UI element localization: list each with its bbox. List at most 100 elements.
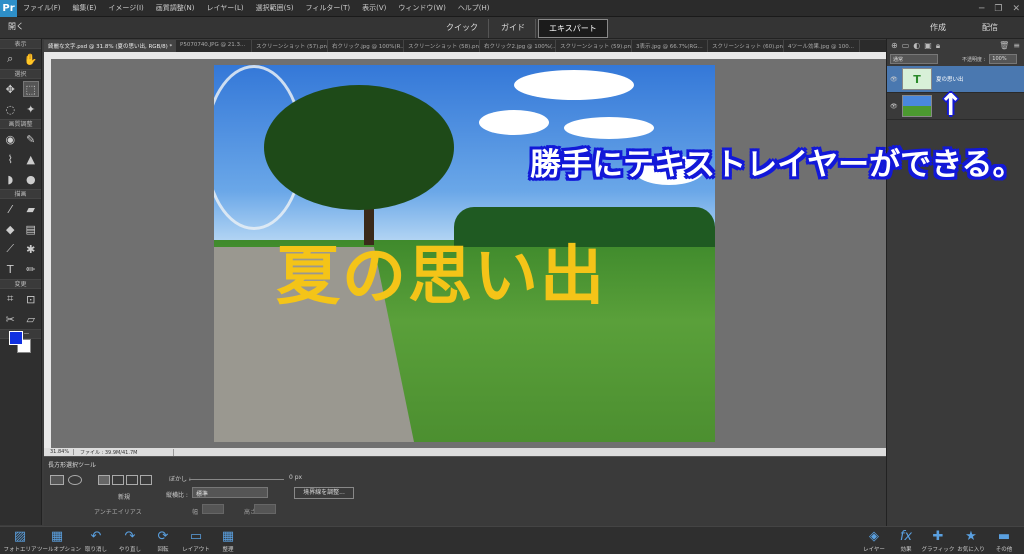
photo-bin-button[interactable]: ▨ フォトエリア bbox=[0, 529, 40, 553]
app-icon[interactable]: Pr bbox=[0, 0, 17, 17]
recompose-tool-icon[interactable]: ⊡ bbox=[23, 291, 39, 307]
menu-file[interactable]: ファイル(F) bbox=[17, 3, 67, 13]
section-enhance: 画質調整 bbox=[0, 119, 41, 129]
share-button[interactable]: 配信 bbox=[982, 22, 998, 33]
document-tabs: 綺麗な文字.psd @ 31.8% (夏の思い出, RGB/8) * P5070… bbox=[44, 40, 886, 52]
tab-quick[interactable]: クイック bbox=[436, 19, 489, 38]
spot-heal-icon[interactable]: ✎ bbox=[23, 131, 39, 147]
custom-shape-icon[interactable]: ✱ bbox=[23, 241, 39, 257]
width-label: 幅 bbox=[192, 509, 199, 516]
foreground-color-swatch[interactable] bbox=[9, 331, 23, 345]
hand-tool-icon[interactable]: ✋ bbox=[23, 51, 39, 67]
bottom-bar: ▨ フォトエリア ▦ ツールオプション ↶ 取り消し ↷ やり直し ⟳ 回転 ▭… bbox=[0, 526, 1024, 554]
open-button[interactable]: 開く bbox=[8, 21, 24, 32]
tool-options-panel: 長方形選択ツール 新規 アンチエイリアス ぼかし : 0 px 縦横比 : 標準… bbox=[44, 456, 886, 526]
layers-toolbar: ⊕ ▭ ◐ ▣ 🔒︎ 🗑︎ ≡ bbox=[887, 39, 1024, 52]
menu-filter[interactable]: フィルター(T) bbox=[300, 3, 357, 13]
rect-marquee-button[interactable] bbox=[50, 475, 64, 485]
new-group-icon[interactable]: ▭ bbox=[902, 41, 910, 50]
menu-image[interactable]: イメージ(I) bbox=[102, 3, 149, 13]
panel-menu-icon[interactable]: ≡ bbox=[1013, 41, 1020, 50]
straighten-tool-icon[interactable]: ⏥ bbox=[23, 311, 39, 327]
doc-tab[interactable]: 右クリック2.jpg @ 100%(... bbox=[480, 40, 556, 52]
create-button[interactable]: 作成 bbox=[930, 22, 946, 33]
type-tool-icon[interactable]: T bbox=[2, 261, 18, 277]
minimize-icon[interactable]: ─ bbox=[979, 4, 984, 14]
menu-select[interactable]: 選択範囲(S) bbox=[250, 3, 300, 13]
new-selection-button[interactable] bbox=[98, 475, 110, 485]
visibility-eye-icon[interactable]: 👁︎ bbox=[890, 76, 898, 83]
menu-enhance[interactable]: 画質調整(N) bbox=[150, 3, 201, 13]
eraser-tool-icon[interactable]: ▰ bbox=[23, 201, 39, 217]
content-move-icon[interactable]: ✂ bbox=[2, 311, 18, 327]
more-icon: ▬ bbox=[997, 529, 1011, 544]
lasso-tool-icon[interactable]: ◌ bbox=[2, 101, 18, 117]
doc-tab[interactable]: 3表示.jpg @ 66.7%(RG... bbox=[632, 40, 708, 52]
menu-layer[interactable]: レイヤー(L) bbox=[200, 3, 249, 13]
menu-view[interactable]: 表示(V) bbox=[356, 3, 392, 13]
adjustment-layer-icon[interactable]: ◐ bbox=[913, 41, 920, 50]
new-layer-icon[interactable]: ⊕ bbox=[891, 41, 898, 50]
delete-layer-icon[interactable]: 🗑︎ bbox=[999, 41, 1009, 50]
lock-icon[interactable]: 🔒︎ bbox=[936, 41, 940, 50]
aspect-select[interactable]: 標準 bbox=[192, 487, 268, 498]
organize-button[interactable]: ▦ 整理 bbox=[208, 529, 248, 553]
sponge-tool-icon[interactable]: ● bbox=[23, 171, 39, 187]
paint-bucket-icon[interactable]: ◆ bbox=[2, 221, 18, 237]
doc-tab[interactable]: スクリーンショット (57).png bbox=[252, 40, 328, 52]
move-tool-icon[interactable]: ✥ bbox=[2, 81, 18, 97]
zoom-field[interactable]: 31.84% bbox=[44, 449, 74, 455]
smart-brush-icon[interactable]: ⌇ bbox=[2, 151, 18, 167]
blur-tool-icon[interactable]: ◗ bbox=[2, 171, 18, 187]
width-field[interactable] bbox=[202, 504, 224, 514]
blend-mode-select[interactable]: 通常 bbox=[890, 54, 938, 64]
doc-tab[interactable]: スクリーンショット (60).png bbox=[708, 40, 784, 52]
doc-tab[interactable]: スクリーンショット (58).png bbox=[404, 40, 480, 52]
crop-tool-icon[interactable]: ⌗ bbox=[2, 291, 18, 307]
brush-tool-icon[interactable]: ⁄ bbox=[2, 201, 18, 217]
text-layer-thumbnail: T bbox=[902, 68, 932, 90]
eyedropper-icon[interactable]: ⟋ bbox=[2, 241, 18, 257]
menu-window[interactable]: ウィンドウ(W) bbox=[392, 3, 451, 13]
subtract-selection-button[interactable] bbox=[126, 475, 138, 485]
feather-slider[interactable] bbox=[189, 479, 284, 480]
section-select: 選択 bbox=[0, 69, 41, 79]
canvas-text-layer[interactable]: 夏の思い出 bbox=[276, 225, 606, 317]
mask-icon[interactable]: ▣ bbox=[924, 41, 932, 50]
photo-cloud bbox=[514, 70, 634, 100]
gradient-tool-icon[interactable]: ▤ bbox=[23, 221, 39, 237]
height-field[interactable] bbox=[254, 504, 276, 514]
feather-label: ぼかし : bbox=[169, 476, 191, 483]
redeye-tool-icon[interactable]: ◉ bbox=[2, 131, 18, 147]
more-label: その他 bbox=[995, 547, 1013, 553]
tool-options-button[interactable]: ▦ ツールオプション bbox=[37, 529, 81, 553]
doc-tab[interactable]: 4ツール効果.jpg @ 100... bbox=[784, 40, 860, 52]
more-button[interactable]: ▬ その他 bbox=[984, 529, 1024, 553]
pencil-tool-icon[interactable]: ✏ bbox=[23, 261, 39, 277]
doc-tab[interactable]: 右クリック.jpg @ 100%(R... bbox=[328, 40, 404, 52]
tab-guided[interactable]: ガイド bbox=[491, 19, 536, 38]
layer-name: 夏の思い出 bbox=[936, 77, 964, 83]
marquee-tool-icon[interactable]: ⬚ bbox=[22, 81, 39, 97]
visibility-eye-icon[interactable]: 👁︎ bbox=[890, 103, 898, 110]
ellipse-marquee-button[interactable] bbox=[68, 475, 82, 485]
zoom-tool-icon[interactable]: ⌕ bbox=[2, 51, 18, 67]
menu-edit[interactable]: 編集(E) bbox=[67, 3, 103, 13]
doc-tab[interactable]: P5070740.JPG @ 21.3... bbox=[176, 40, 252, 52]
add-selection-button[interactable] bbox=[112, 475, 124, 485]
opacity-field[interactable]: 100% bbox=[989, 54, 1018, 64]
doc-tab[interactable]: スクリーンショット (59).png bbox=[556, 40, 632, 52]
refine-edge-button[interactable]: 境界線を調整... bbox=[294, 487, 354, 499]
doc-tab[interactable]: 綺麗な文字.psd @ 31.8% (夏の思い出, RGB/8) * bbox=[44, 40, 176, 52]
intersect-selection-button[interactable] bbox=[140, 475, 152, 485]
annotation-caption: 勝手にテキストレイヤーができる。 bbox=[530, 147, 1024, 183]
maximize-icon[interactable]: ❐ bbox=[994, 4, 1002, 14]
anti-alias-checkbox[interactable]: アンチエイリアス bbox=[94, 507, 142, 516]
menu-bar: Pr ファイル(F) 編集(E) イメージ(I) 画質調整(N) レイヤー(L)… bbox=[0, 0, 1024, 17]
section-modify: 変更 bbox=[0, 279, 41, 289]
magic-wand-icon[interactable]: ✦ bbox=[23, 101, 39, 117]
close-icon[interactable]: ✕ bbox=[1012, 4, 1020, 14]
clone-stamp-icon[interactable]: ▲ bbox=[23, 151, 39, 167]
tab-expert[interactable]: エキスパート bbox=[538, 19, 608, 38]
menu-help[interactable]: ヘルプ(H) bbox=[452, 3, 496, 13]
